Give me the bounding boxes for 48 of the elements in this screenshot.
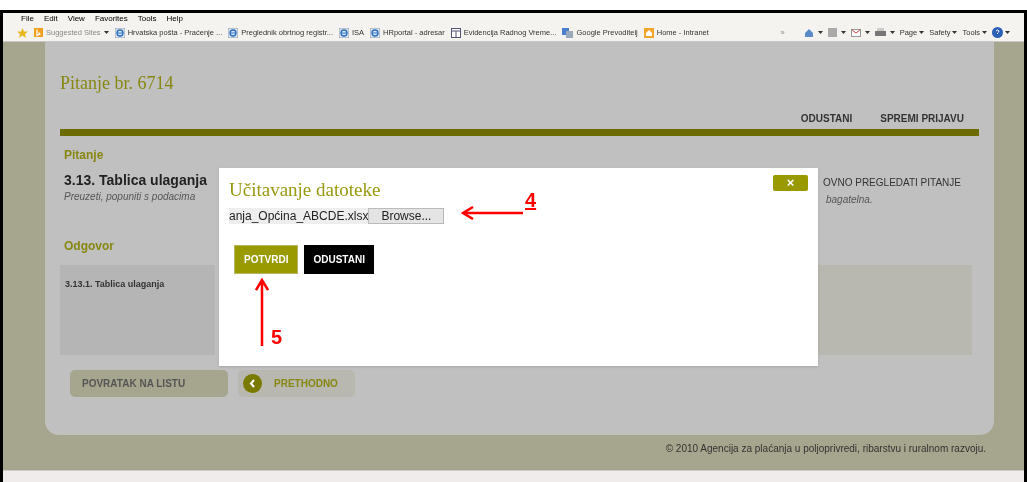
e-logo-icon [370, 27, 381, 38]
answer-item: 3.13.1. Tablica ulaganja [65, 279, 165, 289]
star-icon[interactable] [17, 27, 28, 38]
section-heading: Pitanje [64, 147, 105, 164]
caret-icon [919, 31, 925, 34]
review-link[interactable]: OVNO PREGLEDATI PITANJE [823, 175, 971, 190]
mail-icon[interactable] [850, 28, 861, 37]
menu-item[interactable]: Tools [137, 13, 157, 24]
footer-text: © 2010 Agencija za plaćanja u poljoprivredi, ribarstvu i ruralnom razvoju. [665, 442, 986, 456]
help-icon[interactable] [992, 27, 1003, 38]
header-link[interactable]: ODUSTANI [800, 110, 853, 126]
caret-icon [840, 31, 846, 34]
callout-number: 4 [525, 188, 537, 213]
e-logo-icon [228, 27, 239, 38]
e-logo-icon [338, 27, 349, 38]
dialog-title: Učitavanje datoteke [229, 178, 381, 202]
caret-icon [1005, 31, 1010, 34]
menu-item[interactable]: File [21, 13, 34, 24]
header-link[interactable]: SPREMI PRIJAVU [880, 110, 964, 126]
question-title: 3.13. Tablica ulaganja [64, 172, 207, 189]
caret-icon [889, 31, 895, 34]
file-input-field[interactable]: anja_Općina_ABCDE.xlsx [229, 207, 369, 224]
browse-button[interactable]: Browse... [368, 207, 445, 224]
caret-icon [864, 31, 870, 34]
section-heading: Odgovor [64, 238, 115, 255]
spreadsheet-icon [450, 27, 461, 38]
caret-icon [817, 31, 823, 34]
house-icon [643, 27, 654, 38]
arrow-drawing [461, 206, 525, 220]
e-logo-icon [114, 27, 125, 38]
page-title: Pitanje br. 6714 [60, 72, 175, 95]
chevron-left-icon [243, 374, 262, 393]
menu-item[interactable]: Help [166, 13, 183, 24]
printer-icon[interactable] [874, 28, 886, 37]
caret-icon [103, 31, 109, 34]
caret-icon [952, 31, 958, 34]
caret-icon [982, 31, 987, 34]
translate-icon [562, 27, 574, 38]
menu-item[interactable]: View [67, 13, 85, 24]
home-icon[interactable] [803, 27, 814, 38]
callout-number: 5 [271, 325, 283, 350]
menu-item[interactable]: Edit [43, 13, 58, 24]
question-text: Preuzeti, popuniti s podacima [64, 190, 197, 204]
arrow-drawing [255, 278, 269, 348]
b-logo-icon [34, 28, 43, 37]
cancel-button[interactable]: ODUSTANI [304, 244, 374, 274]
menu-item[interactable]: Favorites [94, 13, 128, 24]
question-text: bagatelna. [826, 193, 874, 207]
